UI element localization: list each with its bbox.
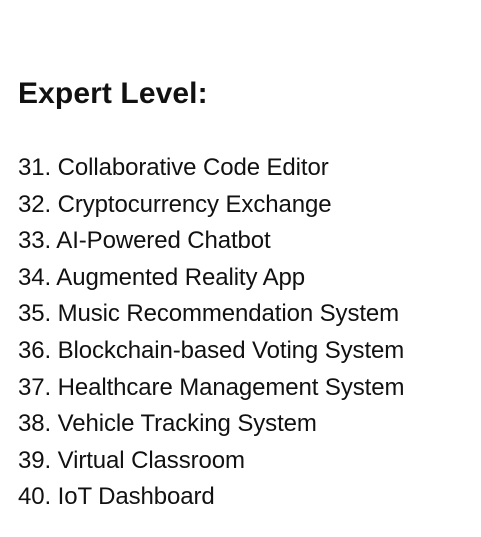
list-item: 35. Music Recommendation System (18, 300, 400, 328)
list-item: 36. Blockchain-based Voting System (18, 336, 405, 364)
project-list: 31. Collaborative Code Editor 32. Crypto… (18, 150, 404, 516)
list-item: 33. AI-Powered Chatbot (18, 227, 271, 255)
list-item: 39. Virtual Classroom (18, 446, 245, 474)
document-page: Expert Level: 31. Collaborative Code Edi… (0, 0, 481, 537)
list-item: 38. Vehicle Tracking System (18, 410, 317, 438)
list-item: 37. Healthcare Management System (18, 373, 405, 401)
list-item: 40. IoT Dashboard (18, 483, 215, 511)
list-item: 31. Collaborative Code Editor (18, 154, 329, 181)
list-item: 32. Cryptocurrency Exchange (18, 190, 332, 218)
list-item: 34. Augmented Reality App (18, 263, 306, 291)
section-heading: Expert Level: (18, 77, 208, 110)
